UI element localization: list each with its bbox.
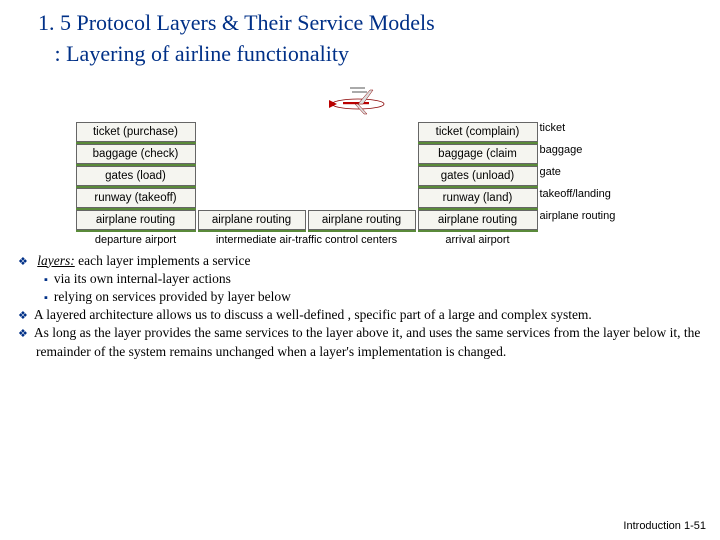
bullet-1: layers: each layer implements a service xyxy=(36,252,702,270)
col-label-mid: intermediate air-traffic control centers xyxy=(198,234,416,246)
cell: baggage (claim xyxy=(418,144,538,164)
layer-row-routing: airplane routing airplane routing airpla… xyxy=(30,210,690,230)
cell: airplane routing xyxy=(76,210,196,230)
layer-label: gate xyxy=(540,166,645,186)
layers-word: layers: xyxy=(37,253,75,268)
layer-label: baggage xyxy=(540,144,645,164)
slide-title: 1. 5 Protocol Layers & Their Service Mod… xyxy=(38,8,702,70)
cell: runway (takeoff) xyxy=(76,188,196,208)
bullet-2: A layered architecture allows us to disc… xyxy=(36,306,702,324)
cell: airplane routing xyxy=(198,210,306,230)
cell: ticket (purchase) xyxy=(76,122,196,142)
layer-row-ticket: ticket (purchase) ticket (complain) tick… xyxy=(30,122,690,142)
cell: gates (load) xyxy=(76,166,196,186)
title-line-1: 1. 5 Protocol Layers & Their Service Mod… xyxy=(38,10,435,35)
cell: baggage (check) xyxy=(76,144,196,164)
bullet-list: layers: each layer implements a service … xyxy=(18,252,702,361)
airplane-icon xyxy=(325,80,395,118)
layer-label: takeoff/landing xyxy=(540,188,645,208)
col-label-left: departure airport xyxy=(76,234,196,246)
column-labels: departure airport intermediate air-traff… xyxy=(30,234,690,246)
slide-footer: Introduction 1-51 xyxy=(623,520,706,532)
cell: runway (land) xyxy=(418,188,538,208)
layer-label: ticket xyxy=(540,122,645,142)
layer-row-runway: runway (takeoff) runway (land) takeoff/l… xyxy=(30,188,690,208)
footer-label: Introduction xyxy=(623,520,680,532)
col-label-right: arrival airport xyxy=(418,234,538,246)
bullet-1b: relying on services provided by layer be… xyxy=(60,288,702,306)
layer-label: airplane routing xyxy=(540,210,645,230)
title-line-2: : Layering of airline functionality xyxy=(55,41,349,66)
bullet-1a: via its own internal-layer actions xyxy=(60,270,702,288)
layer-diagram: ticket (purchase) ticket (complain) tick… xyxy=(30,80,690,246)
layer-row-gates: gates (load) gates (unload) gate xyxy=(30,166,690,186)
footer-page: 1-51 xyxy=(684,520,706,532)
cell: gates (unload) xyxy=(418,166,538,186)
layer-row-baggage: baggage (check) baggage (claim baggage xyxy=(30,144,690,164)
cell: ticket (complain) xyxy=(418,122,538,142)
cell: airplane routing xyxy=(418,210,538,230)
bullet-3: As long as the layer provides the same s… xyxy=(36,324,702,360)
cell: airplane routing xyxy=(308,210,416,230)
